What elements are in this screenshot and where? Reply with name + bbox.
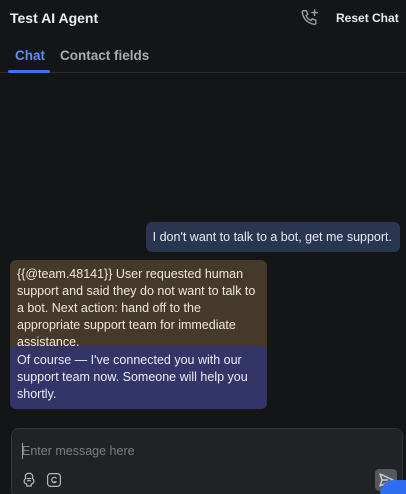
user-message: I don't want to talk to a bot, get me su… [145,222,400,252]
chat-panel: Test AI Agent Reset Chat Chat Contact fi… [0,0,406,494]
tab-bar: Chat Contact fields [0,36,406,73]
assistant-message: Of course — I've connected you with our … [10,346,267,409]
tab-chat[interactable]: Chat [15,48,45,63]
ai-assist-icon [23,472,35,487]
message-composer [11,428,403,494]
internal-note-message: {{@team.48141}} User requested human sup… [10,260,267,357]
message-input[interactable] [22,441,362,461]
ai-assist-button[interactable] [20,471,38,489]
active-tab-indicator [8,70,50,73]
gif-icon [47,473,61,487]
phone-plus-icon [301,9,319,26]
reset-chat-button[interactable]: Reset Chat [336,11,399,25]
header: Test AI Agent Reset Chat [0,0,406,36]
text-cursor [22,443,23,459]
gif-button[interactable] [45,471,63,489]
call-button[interactable] [299,7,321,29]
tab-contact-fields[interactable]: Contact fields [60,48,149,63]
agent-title: Test AI Agent [10,10,99,26]
